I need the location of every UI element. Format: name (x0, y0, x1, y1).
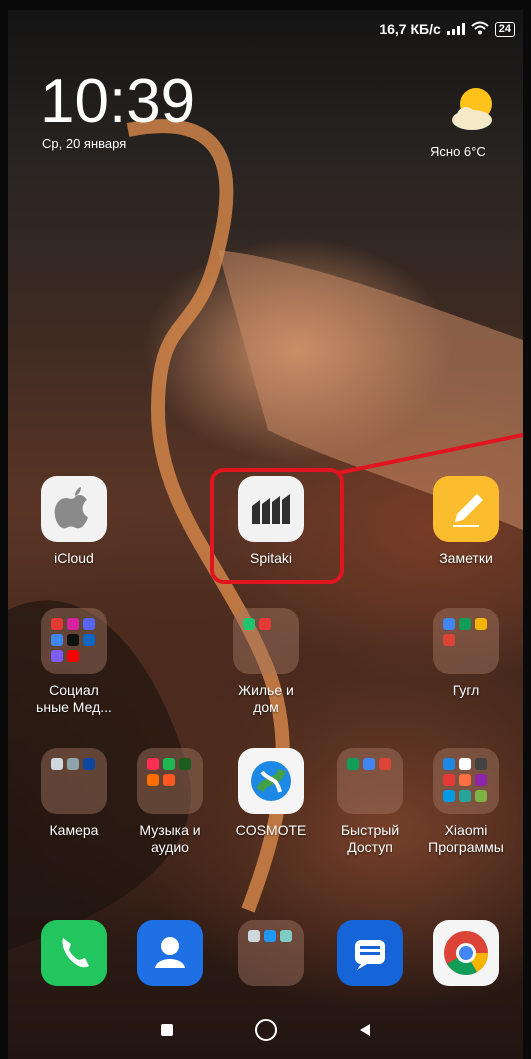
app-label: Гугл (452, 682, 480, 698)
app-label: Заметки (439, 550, 493, 566)
folder-icon (433, 748, 499, 814)
back-icon (360, 1024, 370, 1036)
folder-icon (137, 748, 203, 814)
clock[interactable]: 10:39 (40, 70, 195, 134)
app-label: Быстрый Доступ (340, 822, 400, 855)
app-label: COSMOTE (235, 822, 307, 838)
phone-icon (41, 920, 107, 986)
recents-button[interactable] (152, 1015, 182, 1045)
folder-quick-access[interactable]: Быстрый Доступ (322, 748, 418, 856)
folder-icon (233, 608, 299, 674)
folder-icon (41, 748, 107, 814)
home-screen: 16,7 КБ/с 24 10:39 Ср, 20 января Ясно 6°… (8, 10, 523, 1059)
folder-xiaomi[interactable]: Xiaomi Программы (418, 748, 514, 856)
dock-phone[interactable] (26, 920, 122, 986)
dock-contacts[interactable] (122, 920, 218, 986)
folder-icon (41, 608, 107, 674)
folder-icon (433, 608, 499, 674)
navigation-bar (8, 1015, 523, 1045)
weather-label[interactable]: Ясно 6°C (430, 144, 486, 159)
signal-icon (446, 23, 465, 35)
dock-messages[interactable] (322, 920, 418, 986)
app-notes[interactable]: Заметки (418, 476, 514, 567)
app-label: Камера (49, 822, 99, 838)
folder-icon (337, 748, 403, 814)
home-button[interactable] (251, 1015, 281, 1045)
date-label[interactable]: Ср, 20 января (42, 136, 126, 151)
folder-social[interactable]: Социал ьные Мед... (26, 608, 122, 716)
network-speed: 16,7 КБ/с (379, 21, 441, 37)
status-bar: 16,7 КБ/с 24 (379, 18, 515, 40)
folder-housing[interactable]: Жилье и дом (218, 608, 314, 716)
app-label: Социал ьные Мед... (36, 682, 112, 715)
dock-folder[interactable] (223, 920, 319, 986)
folder-google[interactable]: Гугл (418, 608, 514, 699)
dock-chrome[interactable] (418, 920, 514, 986)
app-label: Xiaomi Программы (428, 822, 504, 855)
app-label: Жилье и дом (238, 682, 294, 715)
folder-camera[interactable]: Камера (26, 748, 122, 839)
app-label: iCloud (54, 550, 94, 566)
wifi-icon (471, 21, 489, 38)
cosmote-icon (238, 748, 304, 814)
phone-frame: 16,7 КБ/с 24 10:39 Ср, 20 января Ясно 6°… (0, 0, 531, 1059)
folder-music[interactable]: Музыка и аудио (122, 748, 218, 856)
app-icloud[interactable]: iCloud (26, 476, 122, 567)
messages-icon (337, 920, 403, 986)
circle-icon (255, 1019, 277, 1041)
highlight-box (210, 468, 344, 584)
partly-sunny-icon[interactable] (448, 82, 500, 134)
contacts-icon (137, 920, 203, 986)
battery-icon: 24 (494, 21, 515, 37)
square-icon (161, 1024, 173, 1036)
apple-icon (41, 476, 107, 542)
notes-icon (433, 476, 499, 542)
app-label: Музыка и аудио (139, 822, 201, 855)
back-button[interactable] (350, 1015, 380, 1045)
app-cosmote[interactable]: COSMOTE (223, 748, 319, 839)
chrome-icon (433, 920, 499, 986)
folder-icon (238, 920, 304, 986)
